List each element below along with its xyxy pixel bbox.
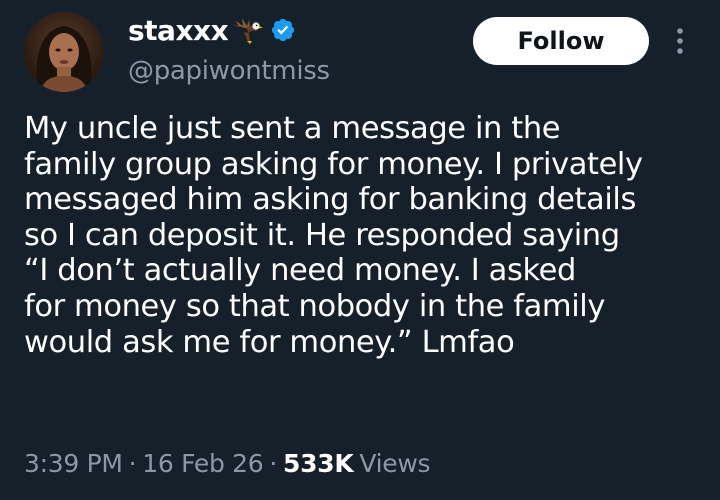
tweet-line: would ask me for money.” Lmfao — [24, 324, 515, 360]
separator: · — [269, 449, 278, 478]
eagle-icon — [230, 15, 264, 45]
user-handle[interactable]: @papiwontmiss — [128, 56, 330, 86]
follow-button[interactable]: Follow — [473, 17, 649, 65]
views-label: Views — [359, 449, 431, 478]
name-row: staxxx — [128, 10, 330, 50]
avatar-image — [24, 12, 104, 92]
tweet-line: so I can deposit it. He responded saying — [24, 217, 620, 253]
post-time[interactable]: 3:39 PM — [24, 449, 123, 478]
separator: · — [128, 449, 137, 478]
tweet-line: “I don’t actually need money. I asked — [24, 253, 576, 289]
tweet-line: My uncle just sent a message in the — [24, 111, 561, 146]
tweet-text: My uncle just sent a message in the fami… — [24, 111, 704, 360]
display-name[interactable]: staxxx — [128, 14, 229, 47]
verified-badge-icon[interactable] — [270, 17, 296, 43]
tweet-metadata: 3:39 PM · 16 Feb 26 · 533K Views — [24, 449, 431, 478]
tweet-line: for money so that nobody in the family — [24, 288, 606, 324]
more-options-icon[interactable] — [670, 26, 690, 56]
post-date[interactable]: 16 Feb 26 — [142, 449, 263, 478]
tweet-line: messaged him asking for banking details — [24, 182, 636, 218]
views-count: 533K — [283, 449, 354, 478]
author-info: staxxx @papiwontmiss — [128, 10, 330, 87]
avatar[interactable] — [24, 12, 104, 92]
tweet-line: family group asking for money. I private… — [24, 146, 643, 182]
tweet-card: staxxx @papiwontmiss Follow My uncle jus… — [0, 0, 720, 500]
